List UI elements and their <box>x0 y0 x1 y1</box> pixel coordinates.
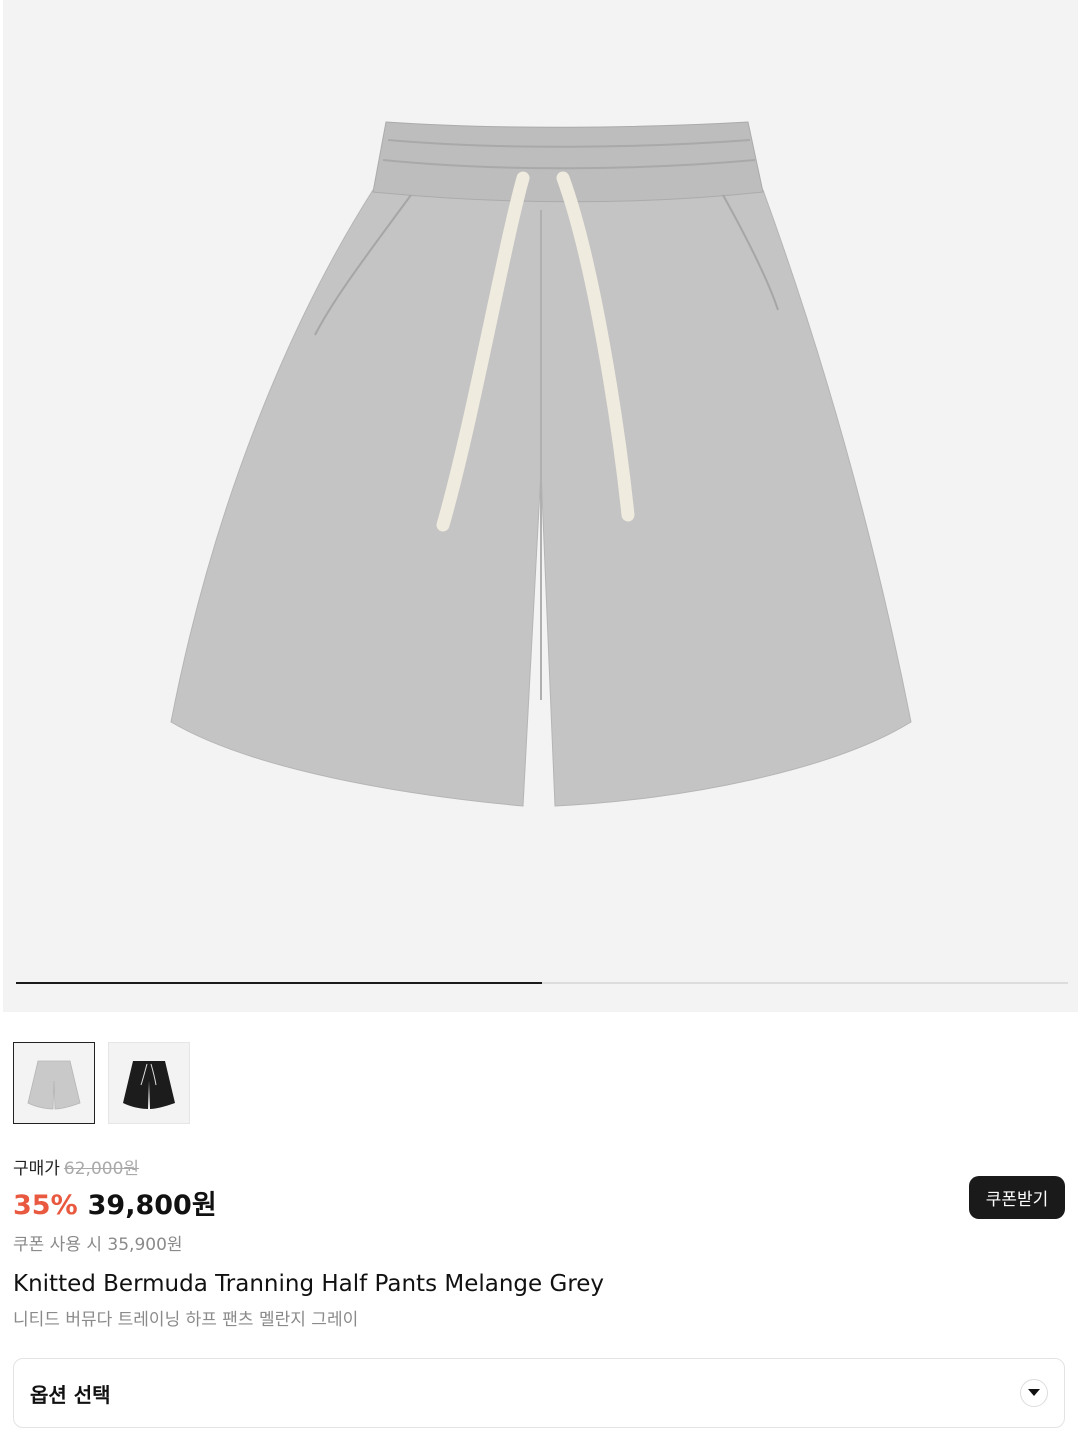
grey-shorts-thumb-image <box>27 1060 81 1110</box>
price-label: 구매가 <box>13 1159 60 1179</box>
option-select-label: 옵션 선택 <box>30 1382 111 1407</box>
product-title: Knitted Bermuda Tranning Half Pants Mela… <box>13 1271 605 1297</box>
product-subtitle: 니티드 버뮤다 트레이닝 하프 팬츠 멜란지 그레이 <box>13 1310 359 1330</box>
gallery-progress-bar <box>16 982 1068 984</box>
price-section: 구매가 62,000원 35% 39,800원 쿠폰 사용 시 35,900원 <box>13 1154 217 1255</box>
coupon-price: 쿠폰 사용 시 35,900원 <box>13 1235 183 1255</box>
sale-price: 39,800원 <box>87 1190 217 1221</box>
chevron-down-icon <box>1020 1379 1048 1407</box>
thumbnail-list <box>13 1042 190 1124</box>
get-coupon-button[interactable]: 쿠폰받기 <box>969 1176 1065 1219</box>
original-price: 62,000원 <box>63 1159 140 1179</box>
gallery-progress-fill <box>16 982 542 984</box>
thumbnail-grey[interactable] <box>13 1042 95 1124</box>
option-select-dropdown[interactable]: 옵션 선택 <box>13 1358 1065 1428</box>
thumbnail-black[interactable] <box>108 1042 190 1124</box>
discount-rate: 35% <box>13 1190 78 1221</box>
product-main-image <box>170 121 912 807</box>
black-shorts-thumb-image <box>123 1061 175 1109</box>
product-image-gallery[interactable] <box>3 0 1078 1012</box>
